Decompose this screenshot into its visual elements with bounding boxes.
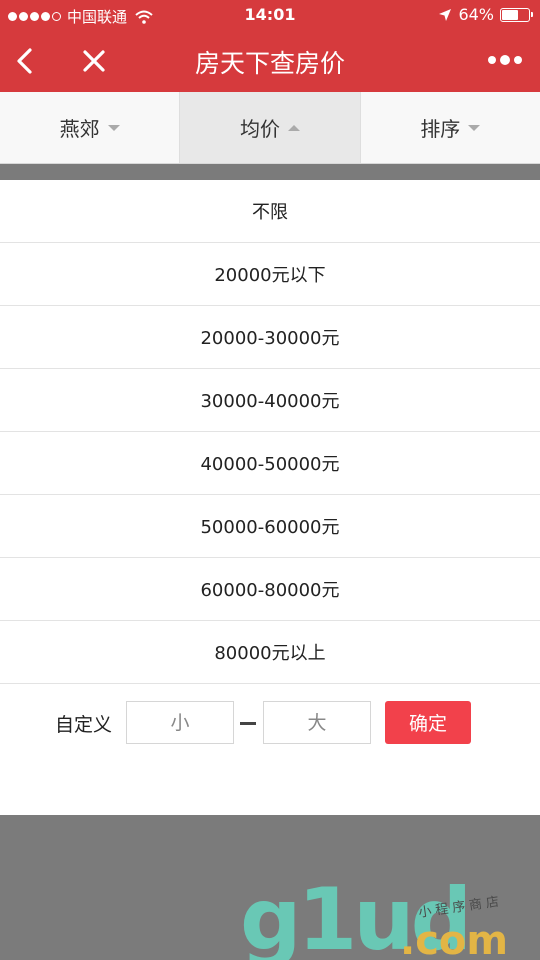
filter-tab-label: 排序 <box>420 117 461 141</box>
filter-tab-label: 燕郊 <box>59 117 100 141</box>
more-options-icon[interactable] <box>488 55 522 65</box>
watermark: g1ud .com 小程序商店 <box>240 877 540 960</box>
nav-bar: 房天下查房价 <box>0 30 540 92</box>
price-option[interactable]: 50000-60000元 <box>0 495 540 558</box>
filter-tab-sort[interactable]: 排序 <box>361 92 540 163</box>
price-dropdown: 不限 20000元以下 20000-30000元 30000-40000元 40… <box>0 180 540 815</box>
battery-percent: 64% <box>458 5 494 24</box>
price-option[interactable]: 60000-80000元 <box>0 558 540 621</box>
price-option[interactable]: 40000-50000元 <box>0 432 540 495</box>
price-option[interactable]: 不限 <box>0 180 540 243</box>
price-option[interactable]: 80000元以上 <box>0 621 540 684</box>
filter-bar: 燕郊 均价 排序 <box>0 92 540 164</box>
battery-level <box>502 9 518 20</box>
price-option[interactable]: 20000-30000元 <box>0 306 540 369</box>
status-right: 64% <box>438 5 533 24</box>
price-option[interactable]: 20000元以下 <box>0 243 540 306</box>
caret-up-icon <box>287 124 300 131</box>
location-arrow-icon <box>439 8 452 21</box>
max-price-input[interactable] <box>263 701 371 744</box>
filter-tab-price[interactable]: 均价 <box>180 92 361 163</box>
battery-icon <box>500 7 533 22</box>
min-price-input[interactable] <box>126 701 234 744</box>
caret-down-icon <box>107 124 120 131</box>
watermark-suffix: .com <box>400 918 509 960</box>
custom-range-label: 自定义 <box>55 714 113 736</box>
status-bar: 中国联通 14:01 64% <box>0 0 540 30</box>
filter-tab-area[interactable]: 燕郊 <box>0 92 181 163</box>
page-title: 房天下查房价 <box>194 49 345 78</box>
confirm-button[interactable]: 确定 <box>385 701 471 744</box>
range-dash <box>240 722 256 725</box>
overlay-strip <box>0 165 540 180</box>
caret-down-icon <box>468 124 481 131</box>
custom-price-range: 自定义 确定 <box>0 686 540 758</box>
price-option[interactable]: 30000-40000元 <box>0 369 540 432</box>
filter-tab-label: 均价 <box>239 117 280 141</box>
